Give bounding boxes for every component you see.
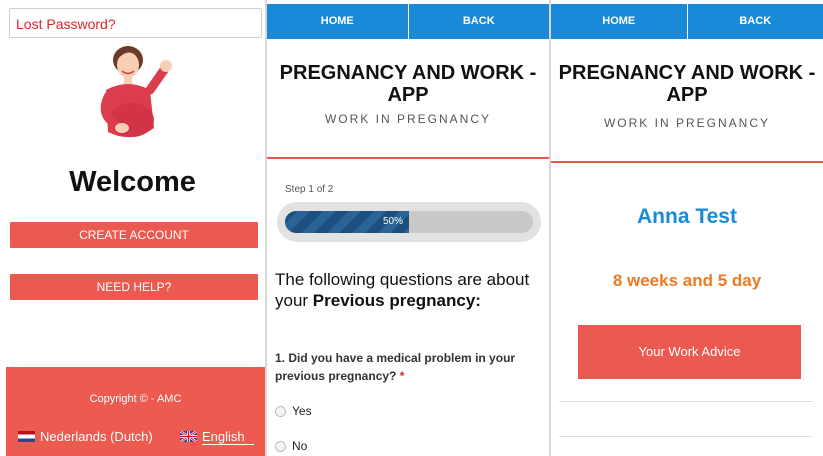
- active-language-underline: [202, 444, 254, 445]
- uk-flag-icon: [180, 431, 197, 442]
- option-no[interactable]: No: [275, 439, 307, 453]
- nav-back-button[interactable]: BACK: [407, 4, 550, 39]
- required-marker: *: [399, 369, 405, 383]
- top-nav: HOME BACK: [267, 4, 549, 39]
- profile-screen: HOME BACK PREGNANCY AND WORK - APP WORK …: [551, 0, 823, 456]
- dutch-flag-icon: [18, 431, 35, 442]
- pregnancy-duration: 8 weeks and 5 day: [612, 271, 762, 290]
- progress-label: 50%: [382, 216, 403, 227]
- list-divider: [559, 401, 813, 402]
- radio-button-icon[interactable]: [275, 440, 286, 452]
- welcome-screen: Lost Password? Welcome CREATE ACCOUNT NE…: [0, 0, 265, 456]
- app-subtitle: WORK IN PREGNANCY: [603, 116, 770, 130]
- top-nav: HOME BACK: [551, 4, 823, 39]
- progress-bar: 50%: [277, 202, 541, 242]
- language-english-link[interactable]: English: [180, 429, 245, 444]
- create-account-button[interactable]: CREATE ACCOUNT: [10, 222, 258, 248]
- question-1: 1. Did you have a medical problem in you…: [275, 349, 547, 385]
- language-dutch-link[interactable]: Nederlands (Dutch): [18, 429, 153, 444]
- app-subtitle: WORK IN PREGNANCY: [324, 112, 491, 126]
- questionnaire-screen: HOME BACK PREGNANCY AND WORK - APP WORK …: [267, 0, 549, 456]
- copyright-text: Copyright © - AMC: [89, 393, 182, 405]
- list-divider: [559, 436, 813, 437]
- nav-home-button[interactable]: HOME: [267, 4, 408, 39]
- progress-fill: 50%: [285, 211, 409, 233]
- user-name: Anna Test: [637, 205, 737, 228]
- need-help-button[interactable]: NEED HELP?: [10, 274, 258, 300]
- step-indicator: Step 1 of 2: [285, 184, 334, 195]
- nav-back-button[interactable]: BACK: [686, 4, 823, 39]
- option-yes-label: Yes: [292, 404, 312, 418]
- welcome-heading: Welcome: [69, 166, 196, 198]
- question-intro: The following questions are about your P…: [275, 269, 545, 311]
- header-divider: [267, 157, 549, 159]
- work-advice-button[interactable]: Your Work Advice: [578, 325, 801, 379]
- header-divider: [551, 161, 823, 163]
- question-intro-bold: Previous pregnancy:: [312, 291, 481, 310]
- question-1-text: 1. Did you have a medical problem in you…: [275, 351, 516, 383]
- lost-password-link[interactable]: Lost Password?: [9, 8, 262, 38]
- nav-home-button[interactable]: HOME: [551, 4, 687, 39]
- app-title: PREGNANCY AND WORK - APP: [558, 62, 816, 106]
- language-dutch-label: Nederlands (Dutch): [40, 429, 153, 444]
- language-english-label: English: [202, 429, 245, 444]
- pregnant-woman-illustration: [100, 46, 172, 138]
- option-no-label: No: [292, 439, 308, 453]
- app-title: PREGNANCY AND WORK - APP: [279, 62, 537, 106]
- radio-button-icon[interactable]: [275, 405, 286, 417]
- footer: Copyright © - AMC Nederlands (Dutch) Eng…: [6, 367, 265, 456]
- progress-track: 50%: [285, 211, 533, 233]
- option-yes[interactable]: Yes: [275, 404, 312, 418]
